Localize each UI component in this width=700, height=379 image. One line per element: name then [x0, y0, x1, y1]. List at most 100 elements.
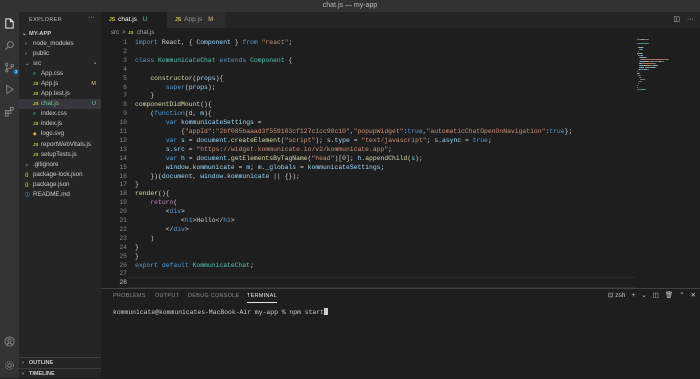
css-file-icon: # [33, 69, 39, 79]
code-token [135, 164, 166, 171]
more-actions-icon[interactable]: ··· [88, 14, 95, 21]
window-title: chat.js — my-app [0, 0, 700, 12]
tree-item-index-css[interactable]: #index.css [19, 109, 101, 119]
code-token: (){ [158, 190, 170, 197]
close-icon[interactable]: ✕ [691, 292, 696, 299]
tab-problems[interactable]: PROBLEMS [113, 293, 146, 299]
settings-gear-icon[interactable] [4, 360, 15, 371]
timeline-section[interactable]: › TIMELINE [19, 368, 101, 379]
split-editor-icon[interactable]: ◫ [673, 16, 680, 23]
tree-item-package-json[interactable]: {}package.json [19, 180, 101, 190]
add-terminal-icon[interactable]: + [631, 292, 635, 299]
code-token: ); [415, 155, 423, 162]
code-token: "popupWidget" [354, 128, 404, 135]
tree-item-setuptests-js[interactable]: JSsetupTests.js [19, 150, 101, 160]
code-token: React, { [162, 39, 197, 46]
code-editor[interactable]: 1import React, { Component } from "react… [101, 38, 635, 288]
files-icon[interactable] [4, 18, 15, 29]
code-token: function [154, 110, 185, 117]
code-token: ; [288, 39, 292, 46]
code-token: } [135, 253, 139, 260]
trash-icon[interactable]: 🗑 [665, 292, 673, 299]
minimap-line [642, 55, 643, 56]
minimap-line [642, 53, 643, 54]
minimap-line [658, 59, 667, 60]
code-token: ); [208, 84, 216, 91]
code-token: ( [173, 199, 177, 206]
tab-debug-console[interactable]: DEBUG CONSOLE [188, 293, 239, 299]
search-icon[interactable] [4, 40, 15, 51]
tab-chat-js[interactable]: JSchat.jsU [101, 12, 167, 28]
tree-item-reportwebvitals-js[interactable]: JSreportWebVitals.js [19, 140, 101, 150]
tree-item-label: package-lock.json [33, 170, 83, 180]
code-token: < [135, 208, 170, 215]
tab-output[interactable]: OUTPUT [155, 293, 179, 299]
code-token [135, 137, 166, 144]
tree-item-label: App.js [41, 79, 58, 89]
chevron-up-icon[interactable]: ⌃ [679, 292, 684, 299]
tree-item-app-css[interactable]: #App.css [19, 69, 101, 79]
tree-item-readme-md[interactable]: ⓘREADME.md [19, 190, 101, 200]
shell-name[interactable]: zsh [615, 292, 625, 299]
tree-item-gitignore[interactable]: ◆.gitignore [19, 160, 101, 170]
code-token: extends [219, 57, 250, 64]
tree-item-app-js[interactable]: JSApp.jsM [19, 79, 101, 89]
code-token: = [296, 164, 308, 171]
code-token: true [407, 128, 422, 135]
account-icon[interactable] [4, 336, 15, 347]
run-debug-icon[interactable] [4, 84, 15, 95]
minimap-line [657, 65, 658, 66]
tree-item-label: node_modules [33, 39, 74, 49]
code-token: document [196, 155, 227, 162]
code-token: kommunicate [227, 173, 269, 180]
line-number: 26 [101, 262, 127, 269]
chevron-down-icon[interactable]: ⌄ [641, 292, 646, 299]
code-token: return [150, 199, 173, 206]
split-terminal-icon[interactable]: ◫ [653, 292, 659, 299]
tree-item-package-lock-json[interactable]: {}package-lock.json [19, 170, 101, 180]
tree-item-index-js[interactable]: JSindex.js [19, 119, 101, 129]
extensions-icon[interactable] [4, 106, 15, 117]
tree-item-src[interactable]: ⌄src• [19, 59, 101, 69]
outline-section[interactable]: › OUTLINE [19, 357, 101, 368]
code-token: { [285, 57, 293, 64]
line-number: 11 [101, 128, 127, 135]
minimap-line [641, 63, 655, 64]
line-number: 22 [101, 226, 127, 233]
minimap[interactable] [635, 38, 693, 288]
line-number: 24 [101, 244, 127, 251]
breadcrumb-folder[interactable]: src [111, 28, 119, 38]
minimap-line [647, 69, 649, 70]
bottom-panel: PROBLEMS OUTPUT DEBUG CONSOLE TERMINAL ⊡… [101, 288, 700, 379]
terminal-output[interactable]: kommunicate@kommunicates-MacBook-Air my-… [113, 308, 328, 316]
js-file-icon: JS [33, 140, 39, 150]
code-line: var kommunicateSettings = [135, 119, 262, 126]
git-status-badge: U [92, 99, 96, 109]
breadcrumb-file[interactable]: chat.js [137, 28, 154, 38]
tree-item-chat-js[interactable]: JSchat.jsU [19, 99, 101, 109]
tree-item-public[interactable]: ›public [19, 49, 101, 59]
project-root[interactable]: ⌄ MY-APP [19, 29, 101, 39]
code-token: = [185, 137, 197, 144]
code-token: import [135, 39, 162, 46]
source-control-icon[interactable]: 3 [4, 62, 15, 73]
code-token: = [185, 146, 197, 153]
code-token: "automaticChatOpenOnNavigation" [427, 128, 546, 135]
tab-terminal[interactable]: TERMINAL [247, 293, 277, 299]
tree-item-node-modules[interactable]: ›node_modules [19, 39, 101, 49]
tree-item-app-test-js[interactable]: JSApp.test.js [19, 89, 101, 99]
code-line: } [135, 92, 154, 99]
line-number: 5 [101, 75, 127, 82]
code-token: document [196, 137, 227, 144]
git-status-badge: M [91, 79, 96, 89]
code-token [135, 119, 166, 126]
code-token: ; [250, 164, 258, 171]
code-line: render(){ [135, 190, 170, 197]
more-actions-icon[interactable]: ··· [687, 16, 694, 23]
minimap-line [640, 57, 645, 58]
tab-app-js[interactable]: JSApp.jsM [167, 12, 225, 28]
git-status-badge: • [94, 59, 96, 69]
tree-item-logo-svg[interactable]: ◈logo.svg [19, 129, 101, 139]
line-number: 21 [101, 217, 127, 224]
code-token: window [166, 164, 189, 171]
